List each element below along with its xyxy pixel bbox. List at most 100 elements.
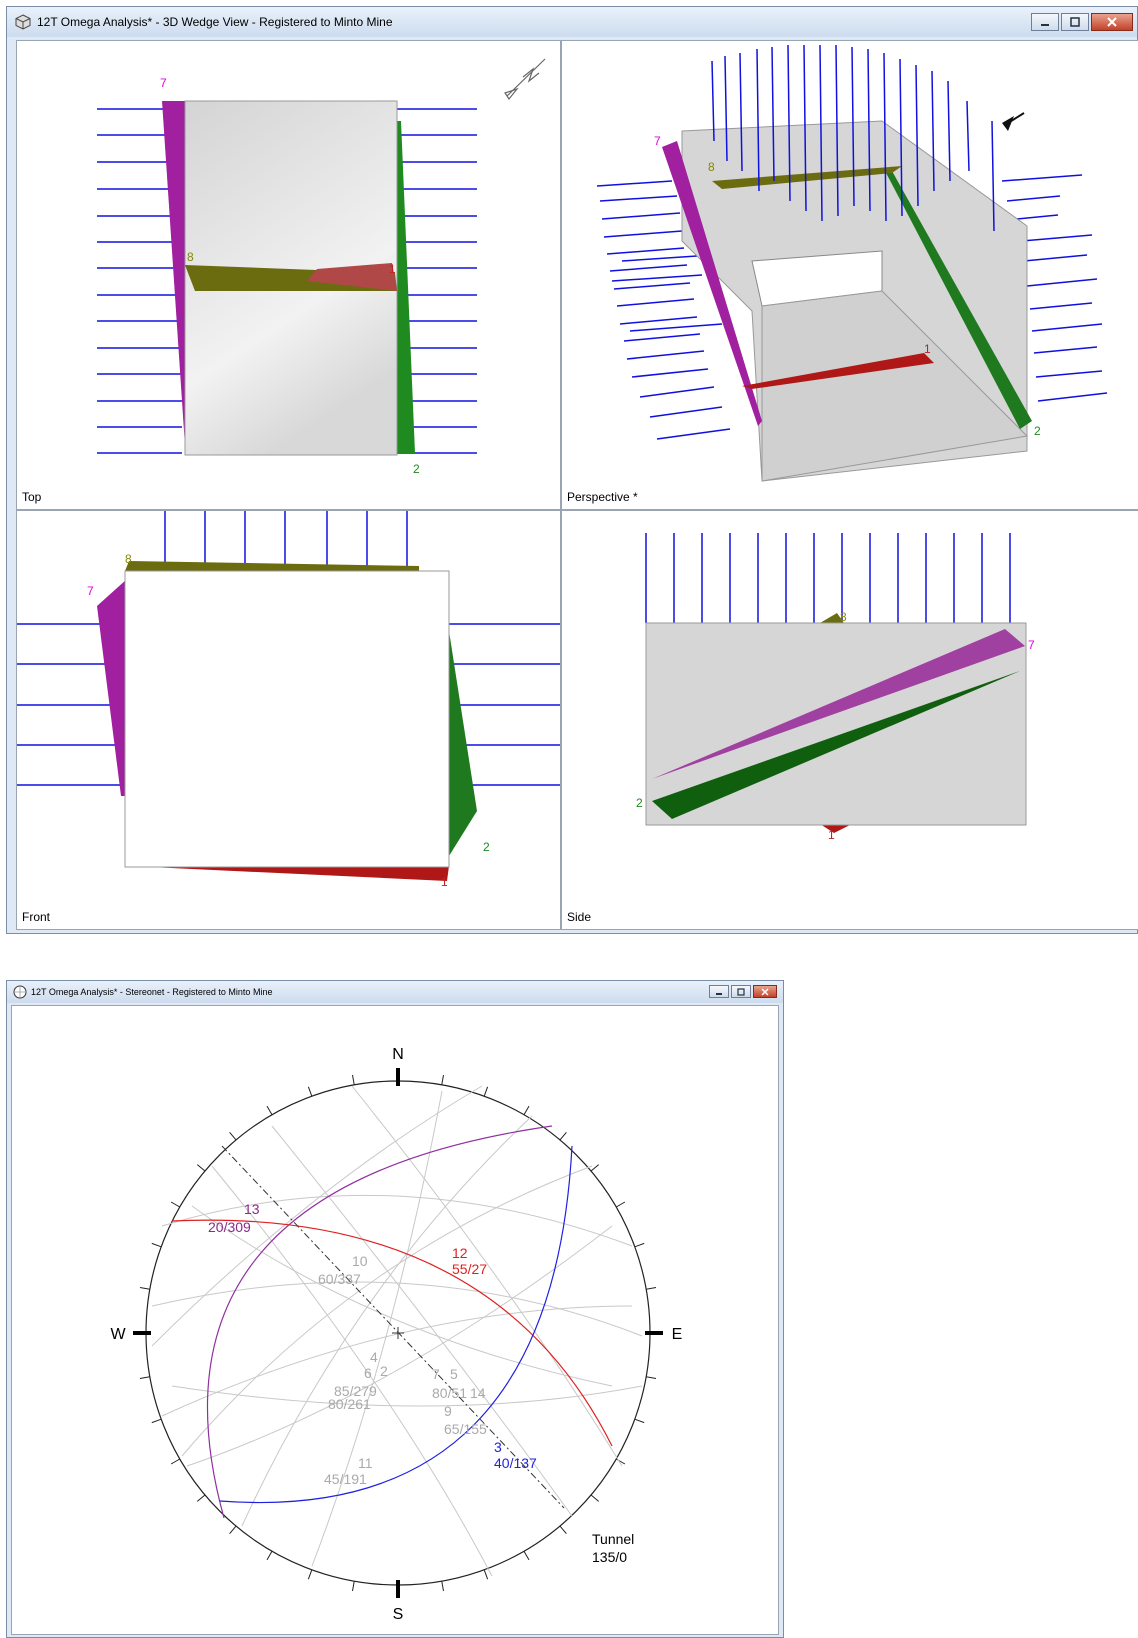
wedge-purple [162, 101, 185, 446]
label-7: 7 [654, 134, 661, 148]
wedge-window-titlebar[interactable]: 12T Omega Analysis* - 3D Wedge View - Re… [7, 7, 1137, 37]
top-view-pane[interactable]: 7 8 1 2 Top [16, 40, 561, 510]
front-view-pane[interactable]: 7 8 1 2 Front [16, 510, 561, 930]
degree-tick [634, 1418, 645, 1424]
cube-icon [15, 14, 31, 30]
label-13-value: 20/309 [208, 1219, 251, 1235]
stereonet-icon [13, 985, 27, 999]
front-view-label: Front [22, 910, 51, 924]
front-view-canvas: 7 8 1 2 [17, 511, 560, 889]
perspective-view-canvas: 7 8 1 2 [596, 44, 1108, 482]
label-2: 2 [1034, 424, 1041, 438]
perspective-view-pane[interactable]: 7 8 1 2 Perspective * [561, 40, 1138, 510]
stereonet-window-titlebar[interactable]: 12T Omega Analysis* - Stereonet - Regist… [7, 981, 783, 1003]
label-8: 8 [125, 552, 132, 566]
north-arrow-icon [504, 58, 546, 101]
label-80-51: 80/51 [432, 1385, 467, 1401]
degree-tick [229, 1131, 237, 1141]
label-8: 8 [708, 160, 715, 174]
label-6: 6 [364, 1365, 372, 1381]
maximize-button[interactable] [1061, 13, 1089, 31]
label-1: 1 [828, 828, 835, 842]
arrow-icon [1002, 112, 1025, 131]
degree-tick [559, 1525, 567, 1535]
degree-tick [590, 1494, 600, 1502]
bolt-lines-top [645, 533, 1011, 623]
label-10: 10 [352, 1253, 368, 1269]
degree-tick [196, 1494, 206, 1502]
degree-tick [151, 1242, 162, 1248]
minimize-button[interactable] [1031, 13, 1059, 31]
degree-tick [151, 1418, 162, 1424]
label-2: 2 [380, 1363, 388, 1379]
side-view-label: Side [567, 910, 592, 924]
close-button[interactable] [753, 985, 777, 998]
label-tunnel-value: 135/0 [592, 1549, 627, 1565]
excavation-box [124, 570, 450, 868]
wedge-view-window: 12T Omega Analysis* - 3D Wedge View - Re… [6, 6, 1138, 934]
minimize-button[interactable] [709, 985, 729, 998]
label-5: 5 [450, 1366, 458, 1382]
close-button[interactable] [1091, 13, 1133, 31]
label-3-value: 40/137 [494, 1455, 537, 1471]
label-4: 4 [370, 1349, 378, 1365]
label-13: 13 [244, 1201, 260, 1217]
label-14: 14 [470, 1385, 486, 1401]
degree-tick [139, 1376, 150, 1379]
label-7: 7 [87, 584, 94, 598]
degree-tick [590, 1164, 600, 1172]
degree-tick [483, 1086, 489, 1097]
stereonet-pane[interactable]: N S W E 13 20/309 12 55/27 10 60/337 3 4… [11, 1005, 779, 1635]
degree-tick [523, 1105, 530, 1116]
stereonet-canvas: N S W E 13 20/309 12 55/27 10 60/337 3 4… [110, 1046, 683, 1623]
side-view-pane[interactable]: 7 8 1 2 Side [561, 510, 1138, 930]
degree-tick [441, 1581, 444, 1592]
label-12: 12 [452, 1245, 468, 1261]
label-1: 1 [441, 875, 448, 889]
grey-planes [151, 1085, 643, 1577]
label-12-value: 55/27 [452, 1261, 487, 1277]
degree-tick [352, 1074, 355, 1085]
maximize-button[interactable] [731, 985, 751, 998]
wedge-purple [97, 579, 127, 796]
degree-tick [307, 1086, 313, 1097]
bolt-lines-top [164, 511, 408, 569]
degree-tick [352, 1581, 355, 1592]
degree-tick [441, 1074, 444, 1085]
label-3: 3 [494, 1439, 502, 1455]
label-1: 1 [924, 342, 931, 356]
degree-tick [170, 1201, 181, 1208]
degree-tick [266, 1550, 273, 1561]
compass-e: E [672, 1326, 683, 1343]
degree-tick [139, 1287, 150, 1290]
degree-tick [483, 1569, 489, 1580]
label-65-155: 65/155 [444, 1421, 487, 1437]
label-7: 7 [1028, 638, 1035, 652]
label-2: 2 [636, 796, 643, 810]
compass-n: N [392, 1046, 404, 1063]
perspective-view-label: Perspective * [567, 490, 638, 504]
wedge-red [129, 866, 449, 881]
label-8: 8 [187, 250, 194, 264]
degree-tick [170, 1458, 181, 1465]
side-view-canvas: 7 8 1 2 [636, 533, 1035, 842]
blue-plane [219, 1145, 573, 1504]
label-2: 2 [413, 462, 420, 476]
degree-tick [559, 1131, 567, 1141]
label-11-value: 45/191 [324, 1471, 367, 1487]
degree-tick [646, 1287, 657, 1290]
wedge-window-title: 12T Omega Analysis* - 3D Wedge View - Re… [37, 15, 393, 29]
label-7: 7 [160, 76, 167, 90]
top-view-canvas: 7 8 1 2 [97, 58, 546, 476]
degree-tick [196, 1164, 206, 1172]
label-10-value: 60/337 [318, 1271, 361, 1287]
degree-tick [523, 1550, 530, 1561]
label-tunnel: Tunnel [592, 1531, 634, 1547]
label-80-261: 80/261 [328, 1396, 371, 1412]
compass-w: W [110, 1326, 126, 1343]
stereonet-window-title: 12T Omega Analysis* - Stereonet - Regist… [31, 987, 273, 997]
label-1: 1 [389, 262, 396, 276]
degree-tick [307, 1569, 313, 1580]
compass-s: S [393, 1606, 404, 1623]
label-11: 11 [358, 1455, 373, 1471]
